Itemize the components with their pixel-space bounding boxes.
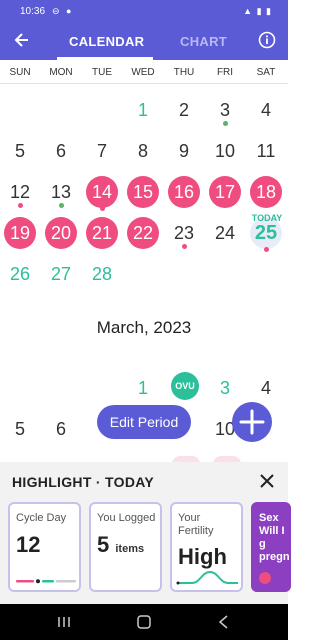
status-bar: 10:36 ⊖ ● ▲ ▮ ▮ (0, 0, 288, 24)
heart-marker-icon (100, 206, 105, 211)
status-time: 10:36 (20, 6, 46, 17)
calendar-day[interactable]: 8 (127, 135, 159, 167)
calendar-day[interactable]: 9 (168, 135, 200, 167)
heart-marker-icon (18, 203, 23, 208)
back-nav-icon[interactable] (214, 613, 234, 631)
calendar-day[interactable]: 21 (86, 217, 118, 249)
weekday-label: THU (173, 67, 195, 78)
weekday-label: FRI (216, 67, 234, 78)
notification-icons: ⊖ ● (52, 6, 74, 16)
weekday-label: SUN (9, 67, 31, 78)
close-icon[interactable] (258, 472, 276, 490)
cycle-progress-icon (16, 579, 76, 584)
article-line2: Will I g (259, 525, 285, 550)
calendar-day[interactable]: 4 (250, 372, 282, 404)
article-line3: pregn (259, 551, 290, 563)
back-arrow-icon[interactable] (12, 30, 32, 50)
calendar-day[interactable]: 10 (209, 135, 241, 167)
calendar-day[interactable]: 14 (86, 176, 118, 208)
calendar-day[interactable]: 6 (45, 413, 77, 445)
app-bar: CALENDAR CHART (0, 24, 288, 60)
article-card[interactable]: Sex Will I g pregn (251, 502, 291, 592)
calendar-day[interactable]: 28 (86, 258, 118, 290)
calendar-day[interactable]: 5 (4, 413, 36, 445)
fertility-label: Your Fertility (178, 512, 213, 538)
check-marker-icon (59, 203, 64, 208)
calendar-day[interactable]: 16 (168, 176, 200, 208)
ovulation-day-badge[interactable]: OVU (171, 372, 199, 400)
tab-calendar[interactable]: CALENDAR (69, 34, 144, 49)
heart-marker-icon (182, 244, 187, 249)
tab-chart[interactable]: CHART (180, 34, 227, 49)
heart-marker-icon (264, 247, 269, 252)
fertility-label-line2: Fertility (178, 525, 214, 537)
add-button[interactable] (232, 402, 272, 442)
calendar-day[interactable]: 27 (45, 258, 77, 290)
cycle-day-card[interactable]: Cycle Day 12 (8, 502, 81, 592)
logged-card[interactable]: You Logged 5 items (89, 502, 162, 592)
signal-battery-icons: ▲ ▮ ▮ (243, 6, 272, 16)
calendar-day[interactable]: 17 (209, 176, 241, 208)
fertility-card[interactable]: Your Fertility High (170, 502, 243, 592)
fertility-label-line1: Your (178, 512, 201, 524)
calendar-day[interactable]: 5 (4, 135, 36, 167)
calendar-day[interactable]: 15 (127, 176, 159, 208)
weekday-label: WED (131, 67, 155, 78)
calendar-day[interactable]: 22 (127, 217, 159, 249)
month-title: March, 2023 (96, 318, 192, 337)
highlight-panel: HIGHLIGHT · TODAY Cycle Day 12 You Logge… (0, 462, 291, 604)
calendar-day[interactable]: 24 (209, 217, 241, 249)
weekday-label: TUE (92, 67, 112, 78)
recent-apps-icon[interactable] (54, 613, 74, 631)
calendar-day[interactable]: 2 (168, 94, 200, 126)
plus-icon (239, 409, 265, 435)
today-label: TODAY (251, 213, 283, 223)
calendar-day[interactable]: 6 (45, 135, 77, 167)
check-marker-icon (223, 121, 228, 126)
cycle-day-label: Cycle Day (16, 512, 67, 524)
calendar-day[interactable]: 20 (45, 217, 77, 249)
home-icon[interactable] (134, 613, 154, 631)
article-thumbnail-icon (259, 572, 271, 584)
calendar-day[interactable]: 18 (250, 176, 282, 208)
calendar-day[interactable]: 4 (250, 94, 282, 126)
info-icon[interactable] (258, 31, 276, 49)
logged-unit: items (115, 543, 145, 555)
logged-label: You Logged (97, 512, 156, 524)
weekday-label: MON (49, 67, 73, 78)
calendar-day[interactable]: 7 (86, 135, 118, 167)
calendar-day[interactable]: 26 (4, 258, 36, 290)
logged-value: 5 items (97, 532, 144, 558)
article-line1: Sex (259, 512, 279, 524)
calendar-day[interactable]: 1 (127, 372, 159, 404)
logged-count: 5 (97, 532, 110, 557)
cycle-day-value: 12 (16, 532, 41, 557)
fertility-value: High (178, 544, 227, 569)
calendar-day[interactable]: 19 (4, 217, 36, 249)
calendar-day[interactable]: 1 (127, 94, 159, 126)
system-nav-bar (0, 604, 288, 640)
edit-period-button[interactable]: Edit Period (97, 405, 191, 439)
weekday-label: SAT (256, 67, 276, 78)
calendar-day[interactable]: 3 (209, 372, 241, 404)
article-teaser: Sex Will I g pregn (259, 512, 290, 564)
weekday-header: SUN MON TUE WED THU FRI SAT (0, 60, 288, 84)
calendar-day[interactable]: 11 (250, 135, 282, 167)
fertility-curve-icon (176, 570, 238, 585)
highlight-title: HIGHLIGHT · TODAY (12, 474, 154, 490)
